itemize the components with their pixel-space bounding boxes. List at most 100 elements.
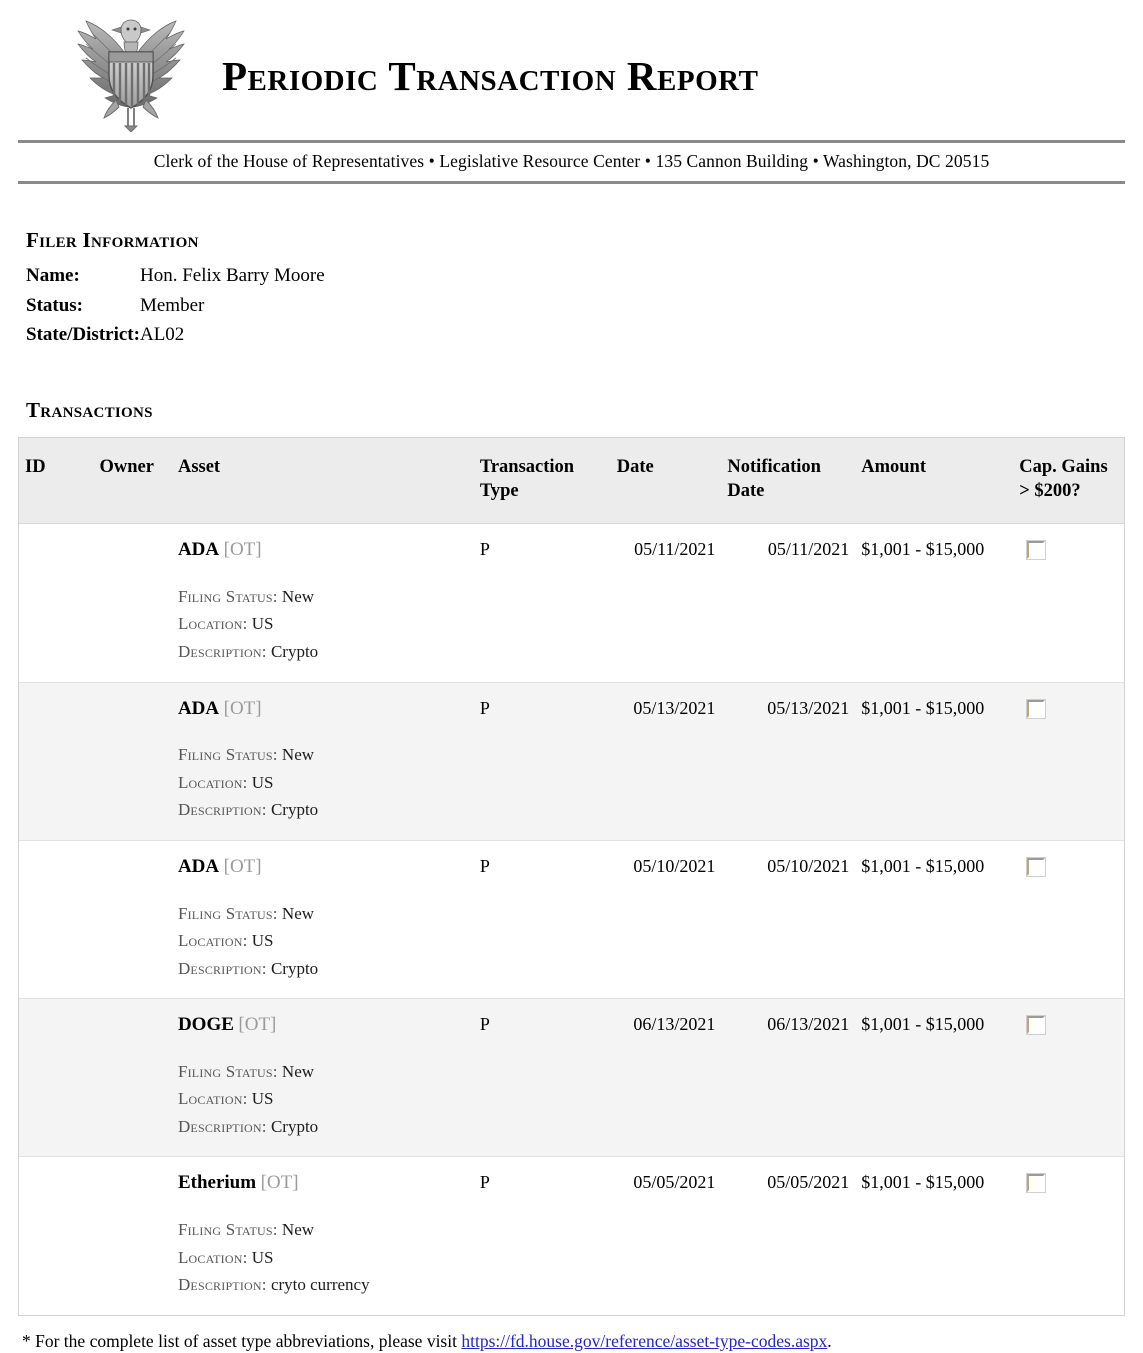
cell-transaction-type: P xyxy=(473,681,611,841)
filer-row-status: Status: Member xyxy=(26,291,325,321)
page-title: Periodic Transaction Report xyxy=(222,53,759,99)
asset-meta-value-location: US xyxy=(247,614,274,634)
asset-meta-value-location: US xyxy=(247,931,274,951)
asset-meta-block: Filing Status: New Location: US Descriptio… xyxy=(178,1216,468,1299)
cell-cap-gains xyxy=(1013,681,1124,841)
cell-date: 06/13/2021 xyxy=(610,998,722,1157)
asset-meta-value-description: cryto currency xyxy=(266,1275,370,1295)
table-row: ADA [OT] Filing Status: New Location: US De… xyxy=(19,839,1124,999)
filer-label-name: Name: xyxy=(26,265,80,286)
transactions-table-container: ID Owner Asset Transaction Type Date Not… xyxy=(18,436,1125,1316)
asset-meta-location: Location: US xyxy=(178,1085,468,1113)
asset-name: ADA xyxy=(177,697,220,719)
cell-owner xyxy=(93,681,172,841)
table-row: ADA [OT] Filing Status: New Location: US De… xyxy=(19,681,1124,841)
asset-meta-location: Location: US xyxy=(178,927,468,955)
footnote-suffix: . xyxy=(827,1330,832,1351)
cell-asset: ADA [OT] Filing Status: New Location: US De… xyxy=(172,524,474,682)
asset-meta-label-description: Description: xyxy=(177,1275,267,1295)
asset-meta-value-description: Crypto xyxy=(266,1116,319,1136)
cell-transaction-type: P xyxy=(473,998,611,1157)
cell-id xyxy=(19,1156,94,1315)
cell-notification-date: 05/13/2021 xyxy=(721,681,856,841)
cell-id xyxy=(19,998,94,1157)
asset-meta-block: Filing Status: New Location: US Descriptio… xyxy=(178,1058,468,1141)
cell-date: 05/13/2021 xyxy=(610,681,722,841)
cell-date: 05/11/2021 xyxy=(634,539,716,560)
table-row: DOGE [OT] Filing Status: New Location: US D… xyxy=(19,998,1124,1157)
cell-amount: $1,001 - $15,000 xyxy=(855,839,1014,999)
asset-meta-value-filing-status: New xyxy=(277,1220,315,1240)
filer-value-status: Member xyxy=(139,294,205,316)
asset-meta-description: Description: Crypto xyxy=(178,955,468,983)
asset-meta-filing-status: Filing Status: New xyxy=(178,900,468,928)
transactions-table: ID Owner Asset Transaction Type Date Not… xyxy=(19,437,1124,1315)
asset-type-footnote: * For the complete list of asset type ab… xyxy=(22,1330,1125,1353)
cell-transaction-type: P xyxy=(479,539,490,560)
asset-name: DOGE xyxy=(177,1014,234,1036)
column-header-owner: Owner xyxy=(93,437,172,525)
cell-date: 05/05/2021 xyxy=(610,1156,722,1315)
asset-meta-label-filing-status: Filing Status: xyxy=(177,745,278,765)
cell-asset: Etherium [OT] Filing Status: New Location:… xyxy=(171,1156,474,1315)
cell-date: 05/10/2021 xyxy=(610,839,722,999)
asset-type-code: [OT] xyxy=(238,1014,277,1036)
cell-transaction-type: P xyxy=(473,839,611,999)
cell-cap-gains xyxy=(1013,524,1124,682)
cell-owner xyxy=(93,839,172,999)
asset-meta-block: Filing Status: New Location: US Descriptio… xyxy=(178,741,468,824)
filer-value-name: Hon. Felix Barry Moore xyxy=(139,265,325,286)
cap-gains-checkbox[interactable] xyxy=(1026,540,1047,561)
cap-gains-checkbox[interactable] xyxy=(1026,1015,1047,1036)
asset-meta-value-filing-status: New xyxy=(277,586,315,606)
header-rule-bottom xyxy=(18,181,1125,184)
filer-row-state-district: State/District: AL02 xyxy=(26,320,325,350)
asset-meta-description: Description: Crypto xyxy=(178,1113,468,1141)
cell-owner xyxy=(93,1156,172,1315)
filer-value-state-district: AL02 xyxy=(139,324,185,346)
table-row: ADA [OT] Filing Status: New Location: US De… xyxy=(19,524,1124,682)
asset-meta-label-filing-status: Filing Status: xyxy=(177,903,278,923)
cell-id xyxy=(19,524,93,682)
cell-id xyxy=(19,681,94,841)
filer-information-heading: Filer Information xyxy=(26,228,199,252)
asset-meta-location: Location: US xyxy=(178,1244,468,1272)
asset-type-codes-link[interactable]: https://fd.house.gov/reference/asset-typ… xyxy=(461,1331,827,1351)
asset-meta-label-description: Description: xyxy=(177,1116,267,1136)
asset-meta-value-description: Crypto xyxy=(266,642,319,662)
asset-meta-value-description: Crypto xyxy=(266,958,319,978)
cell-owner xyxy=(93,524,171,682)
cell-asset: ADA [OT] Filing Status: New Location: US De… xyxy=(171,839,474,999)
transactions-body: ADA [OT] Filing Status: New Location: US De… xyxy=(19,524,1124,1315)
asset-meta-label-filing-status: Filing Status: xyxy=(177,586,278,606)
asset-meta-label-location: Location: xyxy=(177,614,248,634)
asset-meta-value-location: US xyxy=(247,772,274,792)
cell-notification-date: 06/13/2021 xyxy=(721,998,856,1157)
cap-gains-checkbox[interactable] xyxy=(1026,1173,1047,1194)
asset-meta-description: Description: Crypto xyxy=(178,796,468,824)
asset-meta-label-location: Location: xyxy=(177,1089,248,1109)
asset-meta-filing-status: Filing Status: New xyxy=(178,583,468,611)
asset-meta-filing-status: Filing Status: New xyxy=(178,1058,468,1086)
asset-meta-label-location: Location: xyxy=(177,1247,248,1267)
cell-cap-gains xyxy=(1013,839,1124,999)
asset-meta-label-filing-status: Filing Status: xyxy=(177,1061,278,1081)
cap-gains-checkbox[interactable] xyxy=(1026,698,1047,719)
column-header-amount: Amount xyxy=(855,437,1014,525)
asset-meta-block: Filing Status: New Location: US Descriptio… xyxy=(178,900,468,983)
column-header-transaction-type: Transaction Type xyxy=(473,437,611,525)
asset-meta-label-description: Description: xyxy=(177,642,267,662)
footnote-prefix: * For the complete list of asset type ab… xyxy=(22,1330,462,1351)
asset-meta-description: Description: cryto currency xyxy=(178,1271,468,1299)
asset-meta-description: Description: Crypto xyxy=(178,638,468,666)
asset-meta-location: Location: US xyxy=(178,610,468,638)
asset-meta-block: Filing Status: New Location: US Descriptio… xyxy=(178,583,468,666)
column-header-cap-gains: Cap. Gains > $200? xyxy=(1013,437,1124,525)
transactions-header-row: ID Owner Asset Transaction Type Date Not… xyxy=(19,437,1124,525)
asset-meta-value-filing-status: New xyxy=(277,903,315,923)
asset-type-code: [OT] xyxy=(260,1172,299,1194)
column-header-notification-date: Notification Date xyxy=(721,437,856,525)
asset-meta-value-location: US xyxy=(247,1247,274,1267)
cap-gains-checkbox[interactable] xyxy=(1026,856,1047,877)
asset-meta-filing-status: Filing Status: New xyxy=(178,1216,468,1244)
